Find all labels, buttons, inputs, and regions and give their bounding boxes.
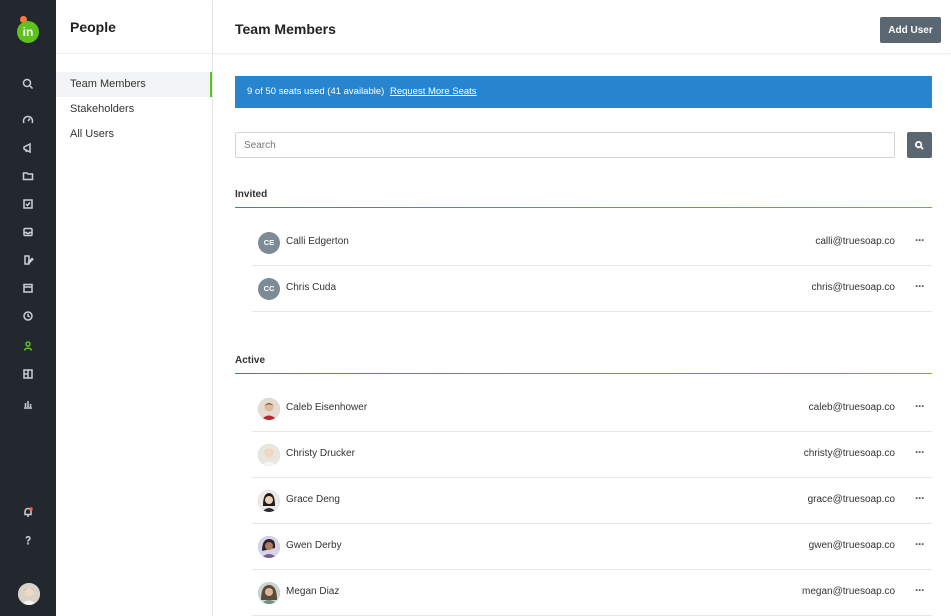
member-row[interactable]: CC Chris Cuda chris@truesoap.co ··· [252,266,932,312]
page-header: Team Members Add User [213,0,951,54]
sidebar-header: People [56,0,212,54]
page-title: Team Members [235,21,336,37]
member-email: christy@truesoap.co [803,448,895,459]
avatar [258,582,280,604]
avatar [258,490,280,512]
member-name: Calli Edgerton [286,236,349,247]
request-more-seats-link[interactable]: Request More Seats [390,86,477,97]
active-divider [235,373,932,374]
notification-bell-icon[interactable] [18,502,38,522]
folder-icon[interactable] [18,166,38,186]
avatar-initials: CC [258,278,280,300]
active-section-label: Active [235,355,266,366]
main-content: Team Members Add User 9 of 50 seats used… [213,0,951,616]
more-options-icon[interactable]: ··· [915,399,925,413]
more-options-icon[interactable]: ··· [915,233,925,247]
bar-chart-icon[interactable] [18,394,38,414]
more-options-icon[interactable]: ··· [915,537,925,551]
more-options-icon[interactable]: ··· [915,491,925,505]
avatar [258,398,280,420]
member-name: Christy Drucker [286,448,355,459]
help-question-icon[interactable] [18,530,38,550]
search-button[interactable] [907,132,932,158]
member-email: chris@truesoap.co [811,282,895,293]
member-name: Grace Deng [286,494,340,505]
sidebar-item-team-members[interactable]: Team Members [56,72,212,97]
checkbox-icon[interactable] [18,194,38,214]
calendar-icon[interactable] [18,278,38,298]
member-email: caleb@truesoap.co [808,402,895,413]
member-email: grace@truesoap.co [807,494,895,505]
avatar-initials: CE [258,232,280,254]
edit-document-icon[interactable] [18,250,38,270]
member-name: Gwen Derby [286,540,342,551]
member-email: megan@truesoap.co [802,586,895,597]
search-icon [915,140,924,150]
invision-logo[interactable]: in [17,21,39,43]
sidebar-title: People [70,18,116,35]
dashboard-gauge-icon[interactable] [18,110,38,130]
clock-icon[interactable] [18,306,38,326]
board-layout-icon[interactable] [18,364,38,384]
icon-rail: in [0,0,56,616]
member-row[interactable]: Megan Diaz megan@truesoap.co ··· [252,570,932,616]
member-row[interactable]: Christy Drucker christy@truesoap.co ··· [252,432,932,478]
member-email: calli@truesoap.co [815,236,895,247]
inbox-icon[interactable] [18,222,38,242]
megaphone-icon[interactable] [18,138,38,158]
member-email: gwen@truesoap.co [808,540,895,551]
seats-banner: 9 of 50 seats used (41 available) Reques… [235,76,932,108]
avatar [258,536,280,558]
sidebar-item-stakeholders[interactable]: Stakeholders [56,97,212,122]
people-icon[interactable] [18,336,38,356]
add-user-button[interactable]: Add User [880,17,941,43]
member-name: Megan Diaz [286,586,340,597]
more-options-icon[interactable]: ··· [915,445,925,459]
member-name: Chris Cuda [286,282,337,293]
member-row[interactable]: Gwen Derby gwen@truesoap.co ··· [252,524,932,570]
invited-divider [235,207,932,208]
seats-usage-text: 9 of 50 seats used (41 available) [247,86,385,97]
sidebar-item-all-users[interactable]: All Users [56,122,212,147]
more-options-icon[interactable]: ··· [915,583,925,597]
more-options-icon[interactable]: ··· [915,279,925,293]
current-user-avatar[interactable] [18,583,40,605]
member-row[interactable]: Caleb Eisenhower caleb@truesoap.co ··· [252,386,932,432]
people-sidebar: People Team Members Stakeholders All Use… [56,0,213,616]
avatar [258,444,280,466]
search-icon[interactable] [18,74,38,94]
member-row[interactable]: CE Calli Edgerton calli@truesoap.co ··· [252,220,932,266]
member-row[interactable]: Grace Deng grace@truesoap.co ··· [252,478,932,524]
invited-section-label: Invited [235,189,268,200]
member-name: Caleb Eisenhower [286,402,368,413]
sidebar-nav: Team Members Stakeholders All Users [56,54,212,147]
search-input[interactable] [235,132,895,158]
